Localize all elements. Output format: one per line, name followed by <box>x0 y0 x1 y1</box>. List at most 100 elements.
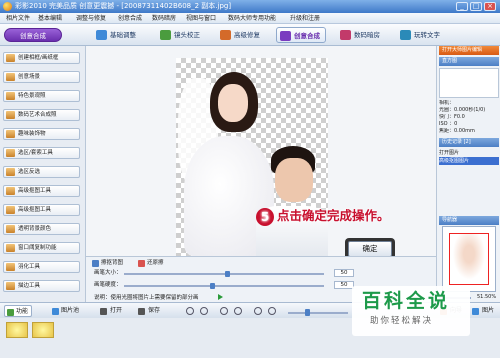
slider-thumb[interactable] <box>225 271 231 277</box>
lasso-icon <box>6 149 15 157</box>
play-icon[interactable] <box>218 294 223 300</box>
navigator-viewport[interactable] <box>449 233 489 285</box>
tab-functions[interactable]: 功能 <box>4 305 33 317</box>
open-button[interactable]: 打开 <box>100 306 122 316</box>
tab-basic-adjust[interactable]: 基础调整 <box>96 27 136 43</box>
menu-darkroom[interactable]: 数码暗房 <box>152 13 176 24</box>
navigator-title: 导航器 <box>439 216 499 225</box>
sidebar-item-stroke[interactable]: 描边工具 <box>3 280 80 292</box>
tool-sidebar: 创建相框/画纸框 创意场景 特色景观照 数码艺术合成照 趣味装饰物 选区/套索工… <box>0 46 86 302</box>
menu-upgrade[interactable]: 升级和注册 <box>290 13 320 24</box>
film-thumbnail[interactable] <box>6 322 28 338</box>
info-shutter: 快门：F0.0 <box>439 114 465 120</box>
sidebar-item-art-compose[interactable]: 数码艺术合成照 <box>3 109 80 121</box>
invert-icon <box>6 168 15 176</box>
slider-track[interactable] <box>124 283 324 289</box>
slider-thumb[interactable] <box>209 283 215 289</box>
adjust-icon <box>96 30 107 40</box>
watermark: 百科全说 助你轻松解决 <box>352 286 470 336</box>
menu-view[interactable]: 视图与窗口 <box>186 13 216 24</box>
main-toolbar: 创意合成 基础调整 镜头校正 高级修复 创意合成 数码暗房 玩转文字 <box>0 24 500 46</box>
close-button[interactable]: × <box>484 2 496 11</box>
zoom-in-icon[interactable] <box>268 307 276 315</box>
tab-lens-correction[interactable]: 镜头校正 <box>160 27 200 43</box>
slider-track[interactable] <box>124 271 324 277</box>
menu-master[interactable]: 数码大师专用功能 <box>228 13 276 24</box>
sidebar-item-frame[interactable]: 创建相框/画纸框 <box>3 52 80 64</box>
master-promo-banner[interactable]: 打开大师图片编辑 <box>439 46 499 55</box>
sidebar-item-cutout-2[interactable]: 高级抠图工具 <box>3 204 80 216</box>
menu-bar: 相片文件 基本编辑 调整与修复 创意合成 数码暗房 视图与窗口 数码大师专用功能… <box>0 13 500 24</box>
tab-advanced-repair[interactable]: 高级修复 <box>220 27 260 43</box>
brush-size-value[interactable]: 50 <box>334 269 354 277</box>
info-camera: 相机： <box>439 100 455 106</box>
rotate-right-icon[interactable] <box>234 307 242 315</box>
sidebar-item-landscape[interactable]: 特色景观照 <box>3 90 80 102</box>
rotate-left-icon[interactable] <box>220 307 228 315</box>
decoration-icon <box>6 130 15 138</box>
lens-icon <box>160 30 171 40</box>
save-icon <box>138 308 145 315</box>
sidebar-item-invert-selection[interactable]: 选区反选 <box>3 166 80 178</box>
menu-file[interactable]: 相片文件 <box>6 13 30 24</box>
instruction-hint: 说明：使用光圈将图片上需要保留的部分画 <box>94 295 199 301</box>
sidebar-item-lasso[interactable]: 选区/套索工具 <box>3 147 80 159</box>
zoom-track[interactable] <box>288 312 348 314</box>
sidebar-item-scene[interactable]: 创意场景 <box>3 71 80 83</box>
history-title: 历史记录 [2] <box>439 138 499 147</box>
zoom-thumb[interactable] <box>305 309 310 316</box>
compose-icon <box>280 31 291 41</box>
watermark-subtitle: 助你轻松解决 <box>370 316 434 326</box>
copy-icon <box>6 244 15 252</box>
redo-icon[interactable] <box>200 307 208 315</box>
sidebar-item-feather[interactable]: 羽化工具 <box>3 261 80 273</box>
zoom-out-icon[interactable] <box>254 307 262 315</box>
ok-button[interactable]: 确定 <box>348 241 392 257</box>
eraser-icon <box>138 260 145 267</box>
functions-icon <box>7 309 14 316</box>
sidebar-item-decoration[interactable]: 趣味装饰物 <box>3 128 80 140</box>
sidebar-item-cutout-1[interactable]: 高级抠图工具 <box>3 185 80 197</box>
art-icon <box>6 111 15 119</box>
right-info-panel: 打开大师图片编辑 直方图 相机： 光圈：0.000秒(1/0) 快门：F0.0 … <box>436 46 500 302</box>
tab-text-fun[interactable]: 玩转文字 <box>400 27 440 43</box>
compose-mode-button[interactable]: 创意合成 <box>4 28 62 42</box>
frame-icon <box>6 54 15 62</box>
tab-creative-compose[interactable]: 创意合成 <box>276 27 326 43</box>
feather-icon <box>6 263 15 271</box>
groom-face-shape <box>275 158 313 202</box>
menu-compose[interactable]: 创意合成 <box>118 13 142 24</box>
tab-darkroom[interactable]: 数码暗房 <box>340 27 380 43</box>
image-pool-icon <box>52 308 59 315</box>
sidebar-item-window-copy[interactable]: 窗口阈复制功能 <box>3 242 80 254</box>
erase-cutout-button[interactable]: 擦抠背图 <box>92 259 123 268</box>
history-item-selected[interactable]: 高级抠图图片 <box>439 157 499 165</box>
navigator-thumbnail[interactable] <box>442 226 496 292</box>
menu-edit[interactable]: 基本编辑 <box>38 13 62 24</box>
text-icon <box>400 30 411 40</box>
restore-erase-button[interactable]: 还原擦 <box>138 259 164 268</box>
film-thumbnail[interactable] <box>32 322 54 338</box>
tab-image-pool[interactable]: 图片池 <box>50 305 82 317</box>
history-item[interactable]: 打开图片 <box>439 149 499 157</box>
stroke-icon <box>6 282 15 290</box>
app-window: 彩影2010 完美品质 创意更震撼 - [20087311402B608_2 副… <box>0 0 500 358</box>
brush-size-slider[interactable]: 画笔大小： 50 <box>90 269 430 278</box>
info-iso: ISO ：0 <box>439 121 458 127</box>
menu-adjust[interactable]: 调整与修复 <box>76 13 106 24</box>
image-button[interactable]: 图片 <box>472 306 494 316</box>
maximize-button[interactable]: □ <box>470 2 482 11</box>
save-button[interactable]: 保存 <box>138 306 160 316</box>
cutout-icon <box>6 206 15 214</box>
sidebar-item-transparent-bg[interactable]: 透明背景颜色 <box>3 223 80 235</box>
repair-icon <box>220 30 231 40</box>
window-title: 彩影2010 完美品质 创意更震撼 - [20087311402B608_2 副… <box>15 2 232 10</box>
undo-icon[interactable] <box>186 307 194 315</box>
brush-icon <box>92 260 99 267</box>
minimize-button[interactable]: _ <box>456 2 468 11</box>
image-icon <box>472 308 479 315</box>
darkroom-icon <box>340 30 351 40</box>
title-bar: 彩影2010 完美品质 创意更震撼 - [20087311402B608_2 副… <box>0 0 500 13</box>
brush-hardness-value[interactable]: 50 <box>334 281 354 289</box>
camera-icon <box>100 308 107 315</box>
